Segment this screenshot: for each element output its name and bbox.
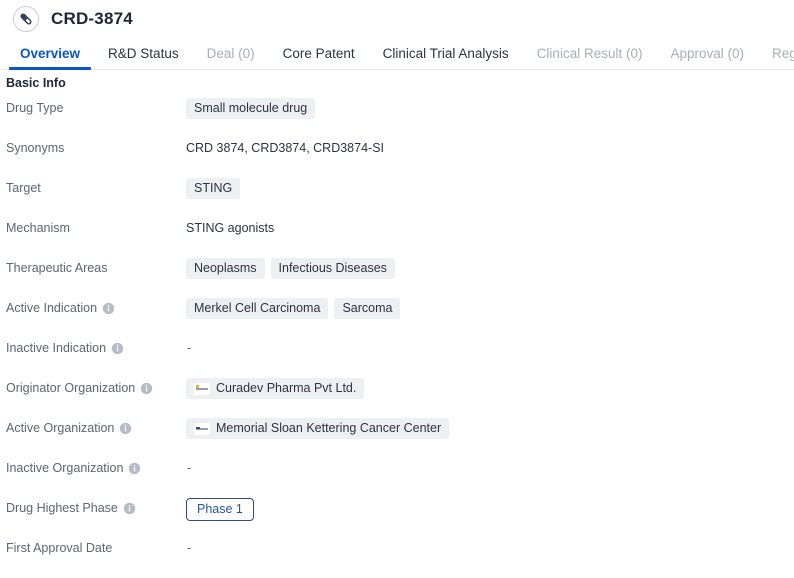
label-text: Synonyms: [6, 141, 65, 155]
row-therapeutic-areas: Therapeutic Areas Neoplasms Infectious Dis…: [0, 258, 794, 298]
organization-logo-icon: [194, 382, 210, 395]
row-inactive-organization: Inactive Organization -: [0, 458, 794, 498]
label-text: Active Organization: [6, 421, 115, 435]
tab-deal[interactable]: Deal (0): [193, 46, 269, 69]
info-icon[interactable]: [111, 342, 124, 355]
row-value-drug-highest-phase: Phase 1: [186, 498, 794, 521]
row-first-approval-date: First Approval Date -: [0, 538, 794, 578]
chip-label: Sarcoma: [342, 301, 393, 315]
row-value-active-organization: Memorial Sloan Kettering Cancer Center: [186, 418, 794, 439]
row-label-mechanism: Mechanism: [6, 218, 186, 235]
section-title-basic-info: Basic Info: [6, 76, 66, 90]
row-value-mechanism: STING agonists: [186, 218, 794, 238]
row-drug-type: Drug Type Small molecule drug: [0, 98, 794, 138]
row-drug-highest-phase: Drug Highest Phase Phase 1: [0, 498, 794, 538]
chip-curadev-pharma-pvt-ltd[interactable]: Curadev Pharma Pvt Ltd.: [186, 378, 365, 399]
row-label-active-indication: Active Indication: [6, 298, 186, 315]
row-value-drug-type: Small molecule drug: [186, 98, 794, 119]
chip-label: Memorial Sloan Kettering Cancer Center: [216, 421, 442, 435]
chip-label: Infectious Diseases: [278, 261, 387, 275]
row-value-inactive-organization: -: [186, 458, 794, 478]
label-text: Drug Type: [6, 101, 64, 115]
row-label-therapeutic-areas: Therapeutic Areas: [6, 258, 186, 275]
label-text: Therapeutic Areas: [6, 261, 108, 275]
row-label-drug-highest-phase: Drug Highest Phase: [6, 498, 186, 515]
value-empty: -: [187, 461, 192, 475]
tab-regulation[interactable]: Regulation (0): [758, 46, 794, 69]
tab-clinical-result[interactable]: Clinical Result (0): [523, 46, 657, 69]
row-originator-organization: Originator Organization Curadev Pharma Pv…: [0, 378, 794, 418]
value-text: CRD 3874, CRD3874, CRD3874-SI: [186, 141, 385, 155]
value-text: STING agonists: [186, 221, 275, 235]
drug-highest-phase-button[interactable]: Phase 1: [186, 498, 254, 521]
row-label-active-organization: Active Organization: [6, 418, 186, 435]
row-mechanism: Mechanism STING agonists: [0, 218, 794, 258]
row-label-drug-type: Drug Type: [6, 98, 186, 115]
row-active-organization: Active Organization Memorial Sloan Ketter…: [0, 418, 794, 458]
chip-label: Curadev Pharma Pvt Ltd.: [216, 381, 357, 395]
tab-core-patent[interactable]: Core Patent: [269, 46, 369, 69]
row-synonyms: Synonyms CRD 3874, CRD3874, CRD3874-SI: [0, 138, 794, 178]
chip-neoplasms[interactable]: Neoplasms: [186, 258, 265, 279]
info-icon[interactable]: [119, 422, 132, 435]
chip-label: STING: [194, 181, 233, 195]
info-icon[interactable]: [102, 302, 115, 315]
value-empty: -: [187, 541, 192, 555]
label-text: Drug Highest Phase: [6, 501, 118, 515]
info-icon[interactable]: [128, 462, 141, 475]
row-value-originator-organization: Curadev Pharma Pvt Ltd.: [186, 378, 794, 399]
chip-small-molecule-drug[interactable]: Small molecule drug: [186, 98, 316, 119]
label-text: Inactive Organization: [6, 461, 124, 475]
row-label-first-approval-date: First Approval Date: [6, 538, 186, 555]
value-empty: -: [187, 341, 192, 355]
page-header: CRD-3874: [0, 0, 794, 38]
chip-label: Merkel Cell Carcinoma: [194, 301, 321, 315]
row-inactive-indication: Inactive Indication -: [0, 338, 794, 378]
tab-overview[interactable]: Overview: [6, 46, 94, 70]
row-value-target: STING: [186, 178, 794, 199]
chip-sarcoma[interactable]: Sarcoma: [334, 298, 401, 319]
row-label-target: Target: [6, 178, 186, 195]
chip-memorial-sloan-kettering-cancer-center[interactable]: Memorial Sloan Kettering Cancer Center: [186, 418, 450, 439]
chip-label: Small molecule drug: [194, 101, 308, 115]
chip-label: Neoplasms: [194, 261, 257, 275]
tab-rd-status[interactable]: R&D Status: [94, 46, 193, 69]
row-label-inactive-indication: Inactive Indication: [6, 338, 186, 355]
row-active-indication: Active Indication Merkel Cell Carcinoma Sa…: [0, 298, 794, 338]
row-value-therapeutic-areas: Neoplasms Infectious Diseases: [186, 258, 794, 279]
label-text: First Approval Date: [6, 541, 113, 555]
tab-approval[interactable]: Approval (0): [656, 46, 758, 69]
row-value-active-indication: Merkel Cell Carcinoma Sarcoma: [186, 298, 794, 319]
basic-info-rows: Drug Type Small molecule drug Synonyms CRD …: [0, 98, 794, 578]
organization-logo-icon: [194, 422, 210, 435]
label-text: Originator Organization: [6, 381, 136, 395]
row-value-first-approval-date: -: [186, 538, 794, 558]
row-label-synonyms: Synonyms: [6, 138, 186, 155]
row-label-originator-organization: Originator Organization: [6, 378, 186, 395]
tab-bar: Overview R&D Status Deal (0) Core Patent…: [0, 38, 794, 70]
label-text: Active Indication: [6, 301, 98, 315]
row-value-synonyms: CRD 3874, CRD3874, CRD3874-SI: [186, 138, 794, 158]
chip-sting[interactable]: STING: [186, 178, 241, 199]
chip-merkel-cell-carcinoma[interactable]: Merkel Cell Carcinoma: [186, 298, 329, 319]
info-icon[interactable]: [123, 502, 136, 515]
label-text: Inactive Indication: [6, 341, 107, 355]
row-label-inactive-organization: Inactive Organization: [6, 458, 186, 475]
label-text: Target: [6, 181, 41, 195]
label-text: Mechanism: [6, 221, 70, 235]
pill-capsule-icon: [13, 6, 39, 32]
page-title: CRD-3874: [51, 9, 133, 28]
tab-clinical-trial-analysis[interactable]: Clinical Trial Analysis: [369, 46, 523, 69]
chip-infectious-diseases[interactable]: Infectious Diseases: [270, 258, 395, 279]
row-value-inactive-indication: -: [186, 338, 794, 358]
row-target: Target STING: [0, 178, 794, 218]
info-icon[interactable]: [140, 382, 153, 395]
